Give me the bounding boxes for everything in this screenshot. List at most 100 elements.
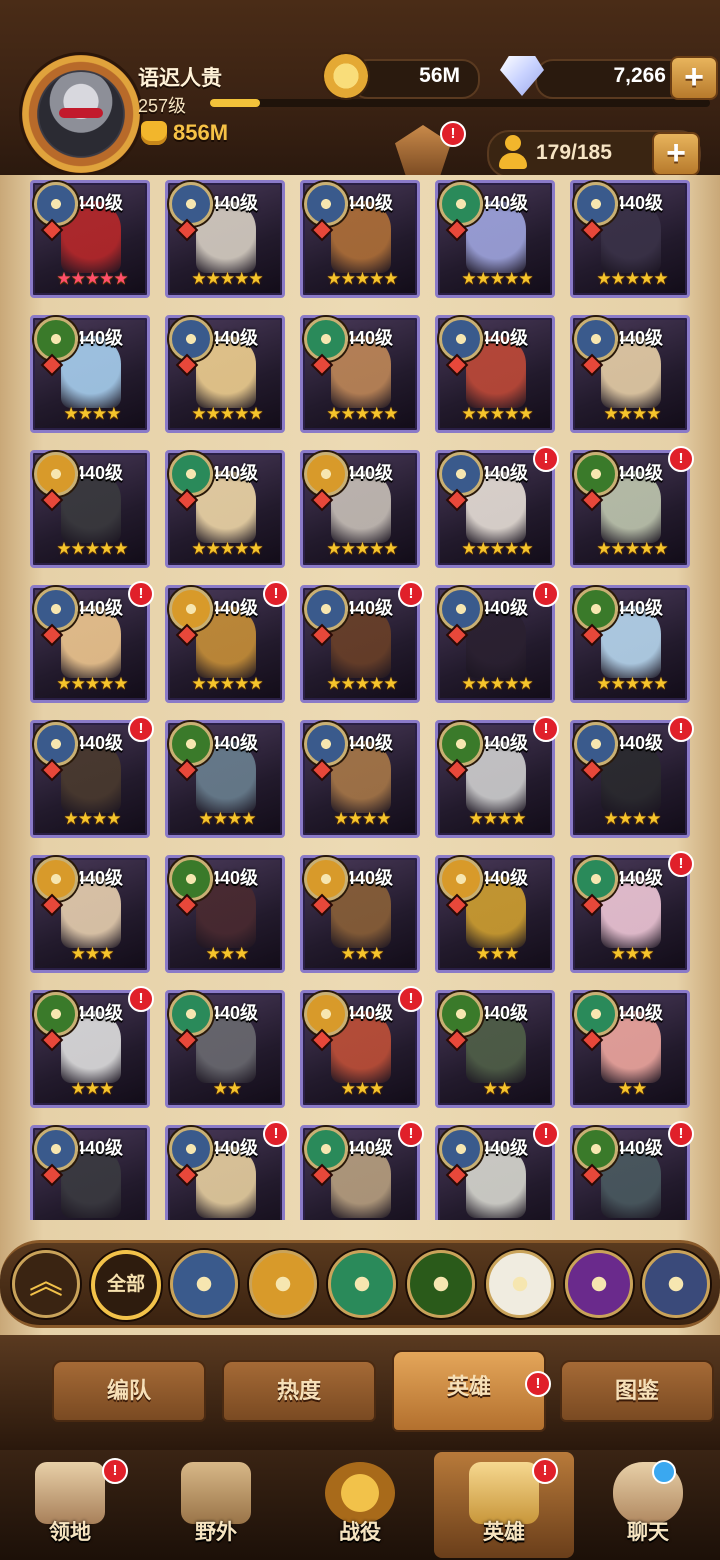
hero-alert-badge: ! xyxy=(263,1121,289,1147)
nav-wilds[interactable]: 野外 xyxy=(146,1452,286,1558)
hero-stars: ★★★★★ xyxy=(326,269,398,288)
hero-stars: ★★★ xyxy=(205,944,250,963)
hero-card[interactable]: ★★★ 440级! xyxy=(300,986,424,1108)
hero-card[interactable]: ★★★★ 440级! xyxy=(435,716,559,838)
hero-card[interactable]: 440级! xyxy=(570,1121,694,1220)
xp-bar xyxy=(210,99,710,107)
filter-alert-badge: ! xyxy=(440,121,466,147)
hero-card[interactable]: ★★★★★ 440级 xyxy=(165,180,285,298)
hero-card[interactable]: ★★★★★ 440级 xyxy=(30,180,150,298)
hero-card[interactable]: ★★ 440级 xyxy=(165,990,285,1108)
hero-card[interactable]: ★★★★★ 440级 xyxy=(300,180,420,298)
filter-celestial-icon[interactable] xyxy=(486,1250,554,1318)
tab-formation[interactable]: 编队 xyxy=(52,1360,206,1422)
hero-card[interactable]: ★★ 440级 xyxy=(435,990,555,1108)
hero-card[interactable]: ★★★ 440级 xyxy=(300,855,420,973)
hero-card[interactable]: ★★★★★ 440级 xyxy=(300,450,420,568)
lightbearer-faction-icon xyxy=(34,1127,78,1171)
expand-roster-button[interactable]: + xyxy=(652,132,700,176)
tab-codex[interactable]: 图鉴 xyxy=(560,1360,714,1422)
hero-stars: ★★★★ xyxy=(63,404,122,423)
lightbearer-faction-icon xyxy=(169,1127,213,1171)
wilder-faction-icon xyxy=(574,992,618,1036)
hero-card[interactable]: ★★★ 440级! xyxy=(570,851,694,973)
filter-hypogean-icon[interactable] xyxy=(565,1250,633,1318)
wilder-faction-icon xyxy=(439,182,483,226)
filter-lightbearer-icon[interactable] xyxy=(170,1250,238,1318)
xp-bar-fill xyxy=(210,99,260,107)
hero-card[interactable]: ★★★★★ 440级! xyxy=(30,581,154,703)
hero-grid[interactable]: ★★★★★ 440级 ★★★★★ 440级 ★★★★★ 440级 ★★★★★ 440级 ★★★★… xyxy=(30,180,700,1220)
hero-card[interactable]: ★★★★★ 440级 xyxy=(435,315,555,433)
hero-card[interactable]: 440级 xyxy=(30,1125,150,1220)
lightbearer-faction-icon xyxy=(169,182,213,226)
hero-level: 440级 xyxy=(210,193,259,213)
hero-card[interactable]: ★★★ 440级! xyxy=(30,986,154,1108)
hero-card[interactable]: ★★★★★ 440级! xyxy=(300,581,424,703)
hero-card[interactable]: 440级! xyxy=(435,1121,559,1220)
hero-card[interactable]: ★★★★★ 440级! xyxy=(435,581,559,703)
hero-stars: ★★★★★ xyxy=(191,674,263,693)
nav-label: 英雄 xyxy=(483,1521,525,1544)
hero-card[interactable]: ★★★ 440级 xyxy=(165,855,285,973)
nav-campaign[interactable]: 战役 xyxy=(290,1452,430,1558)
hero-card[interactable]: ★★ 440级 xyxy=(570,990,690,1108)
player-avatar[interactable] xyxy=(22,55,140,173)
hero-card[interactable]: ★★★★★ 440级! xyxy=(435,446,559,568)
hero-card[interactable]: ★★★★ 440级 xyxy=(165,720,285,838)
tab-popularity[interactable]: 热度 xyxy=(222,1360,376,1422)
tab-heroes[interactable]: 英雄 xyxy=(392,1350,546,1432)
hero-level: 440级 xyxy=(480,598,529,618)
hero-card[interactable]: 440级! xyxy=(300,1121,424,1220)
hero-card[interactable]: ★★★ 440级 xyxy=(435,855,555,973)
hero-level: 440级 xyxy=(75,328,124,348)
hero-level: 440级 xyxy=(615,193,664,213)
collapse-up-button[interactable]: ︽ xyxy=(12,1250,80,1318)
nav-chat[interactable]: 聊天 xyxy=(578,1452,718,1558)
territory-alert-badge: ! xyxy=(102,1458,128,1484)
hero-card[interactable]: ★★★★ 440级! xyxy=(570,716,694,838)
graveborn-faction-icon xyxy=(34,317,78,361)
hero-stars: ★★★★★ xyxy=(326,674,398,693)
filter-mauler-icon[interactable] xyxy=(249,1250,317,1318)
filter-wilder-icon[interactable] xyxy=(328,1250,396,1318)
castle-icon xyxy=(35,1462,105,1524)
filter-all-button[interactable]: 全部 xyxy=(91,1250,161,1320)
hero-card[interactable]: 440级! xyxy=(165,1121,289,1220)
hero-stars: ★★ xyxy=(617,1079,647,1098)
hero-card[interactable]: ★★★★★ 440级 xyxy=(435,180,555,298)
hero-stars: ★★★★★ xyxy=(191,539,263,558)
hero-alert-badge: ! xyxy=(533,1121,559,1147)
hero-level: 440级 xyxy=(480,463,529,483)
add-gems-button[interactable]: + xyxy=(670,56,718,100)
hero-card[interactable]: ★★★★ 440级 xyxy=(570,315,690,433)
hero-level: 440级 xyxy=(615,733,664,753)
hero-card[interactable]: ★★★★★ 440级! xyxy=(165,581,289,703)
hero-card[interactable]: ★★★ 440级 xyxy=(30,855,150,973)
chat-unread-dot xyxy=(652,1460,676,1484)
hero-card[interactable]: ★★★★★ 440级! xyxy=(570,446,694,568)
hero-card[interactable]: ★★★★★ 440级 xyxy=(300,315,420,433)
hero-card[interactable]: ★★★★ 440级! xyxy=(30,716,154,838)
lightbearer-faction-icon xyxy=(34,182,78,226)
hero-alert-badge: ! xyxy=(668,1121,694,1147)
lightbearer-faction-icon xyxy=(574,182,618,226)
hero-level: 440级 xyxy=(615,868,664,888)
filter-graveborn-icon[interactable] xyxy=(407,1250,475,1318)
hero-card[interactable]: ★★★★★ 440级 xyxy=(570,180,690,298)
hero-card[interactable]: ★★★★★ 440级 xyxy=(165,450,285,568)
hero-stars: ★★★★ xyxy=(333,809,392,828)
hero-card[interactable]: ★★★★★ 440级 xyxy=(570,585,690,703)
hero-card[interactable]: ★★★★ 440级 xyxy=(30,315,150,433)
hero-stars: ★★★★ xyxy=(198,809,257,828)
hero-card[interactable]: ★★★★★ 440级 xyxy=(165,315,285,433)
mauler-faction-icon xyxy=(439,857,483,901)
hero-stars: ★★★★ xyxy=(468,809,527,828)
graveborn-faction-icon xyxy=(169,857,213,901)
hero-card[interactable]: ★★★★★ 440级 xyxy=(30,450,150,568)
hero-card[interactable]: ★★★★ 440级 xyxy=(300,720,420,838)
hero-level: 440级 xyxy=(480,1138,529,1158)
hero-stars: ★★★★ xyxy=(63,809,122,828)
wilder-faction-icon xyxy=(304,317,348,361)
filter-dimensional-icon[interactable] xyxy=(642,1250,710,1318)
